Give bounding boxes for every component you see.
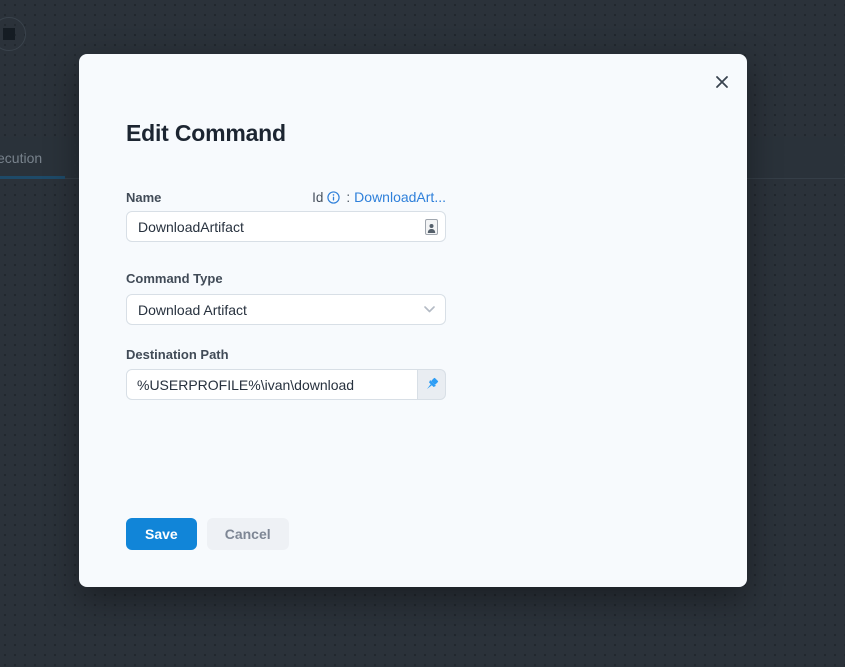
tab-execution-label: ecution: [0, 150, 42, 166]
name-label: Name: [126, 190, 161, 205]
command-type-value: Download Artifact: [138, 302, 247, 318]
id-label: Id: [312, 190, 323, 205]
command-id-row: Id : DownloadArt...: [312, 189, 446, 205]
workflow-node[interactable]: [0, 17, 26, 51]
tab-execution[interactable]: ecution: [0, 137, 42, 179]
name-input[interactable]: [126, 211, 446, 242]
close-icon: [715, 75, 729, 92]
cancel-button[interactable]: Cancel: [207, 518, 289, 550]
pin-button[interactable]: [418, 369, 446, 400]
command-id-link[interactable]: DownloadArt...: [354, 189, 446, 205]
info-icon[interactable]: [327, 191, 340, 204]
command-type-label: Command Type: [126, 271, 446, 286]
id-colon: :: [346, 190, 350, 205]
command-type-select[interactable]: Download Artifact: [126, 294, 446, 325]
page-title: Edit Command: [126, 120, 747, 147]
active-tab-underline: [0, 176, 65, 179]
destination-path-input[interactable]: [126, 369, 418, 400]
save-button[interactable]: Save: [126, 518, 197, 550]
close-button[interactable]: [712, 73, 732, 93]
pin-icon: [424, 377, 439, 392]
edit-command-dialog: Edit Command Name Id : DownloadArt...: [79, 54, 747, 587]
destination-path-label: Destination Path: [126, 347, 446, 362]
autofill-icon[interactable]: [425, 219, 438, 235]
chevron-down-icon: [424, 306, 435, 313]
stop-icon: [3, 28, 15, 40]
